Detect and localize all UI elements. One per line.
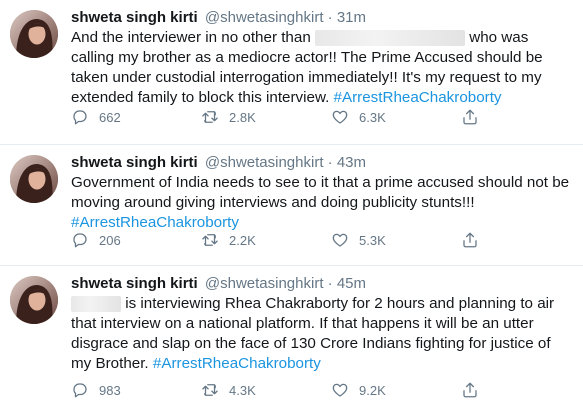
reply-icon [73, 110, 87, 125]
avatar-image [10, 276, 58, 324]
tweet-actions: 206 2.2K 5.3K [71, 231, 571, 249]
share-button[interactable] [461, 381, 489, 399]
redacted-name [71, 295, 121, 312]
like-count: 9.2K [359, 382, 386, 398]
tweet-actions: 983 4.3K 9.2K [71, 381, 571, 399]
display-name[interactable]: shweta singh kirti [71, 154, 198, 171]
tweet-timestamp[interactable]: 43m [337, 154, 366, 171]
reply-count: 662 [99, 109, 121, 125]
retweet-button[interactable]: 2.8K [201, 108, 331, 126]
avatar-image [10, 10, 58, 58]
retweet-icon [202, 384, 218, 396]
hashtag-link[interactable]: #ArrestRheaChakroborty [71, 214, 239, 231]
retweet-count: 2.2K [229, 232, 256, 248]
tweet-header: shweta singh kirti @shwetasinghkirt · 45… [71, 274, 571, 294]
heart-icon [332, 383, 348, 397]
like-count: 6.3K [359, 109, 386, 125]
retweet-count: 4.3K [229, 382, 256, 398]
display-name[interactable]: shweta singh kirti [71, 9, 198, 26]
avatar[interactable] [10, 155, 58, 203]
user-handle[interactable]: @shwetasinghkirt [205, 154, 324, 171]
separator-dot: · [327, 154, 333, 171]
reply-icon [73, 383, 87, 398]
tweet-timestamp[interactable]: 31m [337, 9, 366, 26]
avatar[interactable] [10, 10, 58, 58]
heart-icon [332, 110, 348, 124]
reply-button[interactable]: 662 [71, 108, 201, 126]
like-count: 5.3K [359, 232, 386, 248]
like-button[interactable]: 6.3K [331, 108, 461, 126]
user-handle[interactable]: @shwetasinghkirt [205, 9, 324, 26]
heart-icon [332, 233, 348, 247]
avatar[interactable] [10, 276, 58, 324]
avatar-image [10, 155, 58, 203]
retweet-button[interactable]: 4.3K [201, 381, 331, 399]
separator-dot: · [327, 9, 333, 26]
tweet-text-part: And the interviewer in no other than [71, 29, 315, 46]
tweet-header: shweta singh kirti @shwetasinghkirt · 43… [71, 153, 571, 173]
retweet-count: 2.8K [229, 109, 256, 125]
like-button[interactable]: 5.3K [331, 231, 461, 249]
share-icon [463, 232, 477, 248]
tweet-actions: 662 2.8K 6.3K [71, 108, 571, 126]
tweet-timestamp[interactable]: 45m [337, 275, 366, 292]
tweet[interactable]: shweta singh kirti @shwetasinghkirt · 45… [0, 266, 583, 418]
tweet[interactable]: shweta singh kirti @shwetasinghkirt · 43… [0, 145, 583, 266]
user-handle[interactable]: @shwetasinghkirt [205, 275, 324, 292]
reply-icon [73, 233, 87, 248]
share-icon [463, 109, 477, 125]
tweet-feed: shweta singh kirti @shwetasinghkirt · 31… [0, 0, 583, 418]
reply-button[interactable]: 983 [71, 381, 201, 399]
reply-button[interactable]: 206 [71, 231, 201, 249]
tweet[interactable]: shweta singh kirti @shwetasinghkirt · 31… [0, 0, 583, 145]
share-button[interactable] [461, 108, 489, 126]
retweet-icon [202, 111, 218, 123]
tweet-header: shweta singh kirti @shwetasinghkirt · 31… [71, 8, 571, 28]
retweet-button[interactable]: 2.2K [201, 231, 331, 249]
tweet-text: Government of India needs to see to it t… [71, 173, 571, 233]
like-button[interactable]: 9.2K [331, 381, 461, 399]
hashtag-link[interactable]: #ArrestRheaChakroborty [153, 355, 321, 372]
share-icon [463, 382, 477, 398]
tweet-text: And the interviewer in no other than who… [71, 28, 571, 108]
retweet-icon [202, 234, 218, 246]
redacted-name [315, 29, 465, 46]
reply-count: 206 [99, 232, 121, 248]
share-button[interactable] [461, 231, 489, 249]
reply-count: 983 [99, 382, 121, 398]
separator-dot: · [327, 275, 333, 292]
tweet-text: is interviewing Rhea Chakraborty for 2 h… [71, 294, 571, 374]
display-name[interactable]: shweta singh kirti [71, 275, 198, 292]
tweet-text-part: Government of India needs to see to it t… [71, 174, 570, 211]
hashtag-link[interactable]: #ArrestRheaChakroborty [334, 89, 502, 106]
